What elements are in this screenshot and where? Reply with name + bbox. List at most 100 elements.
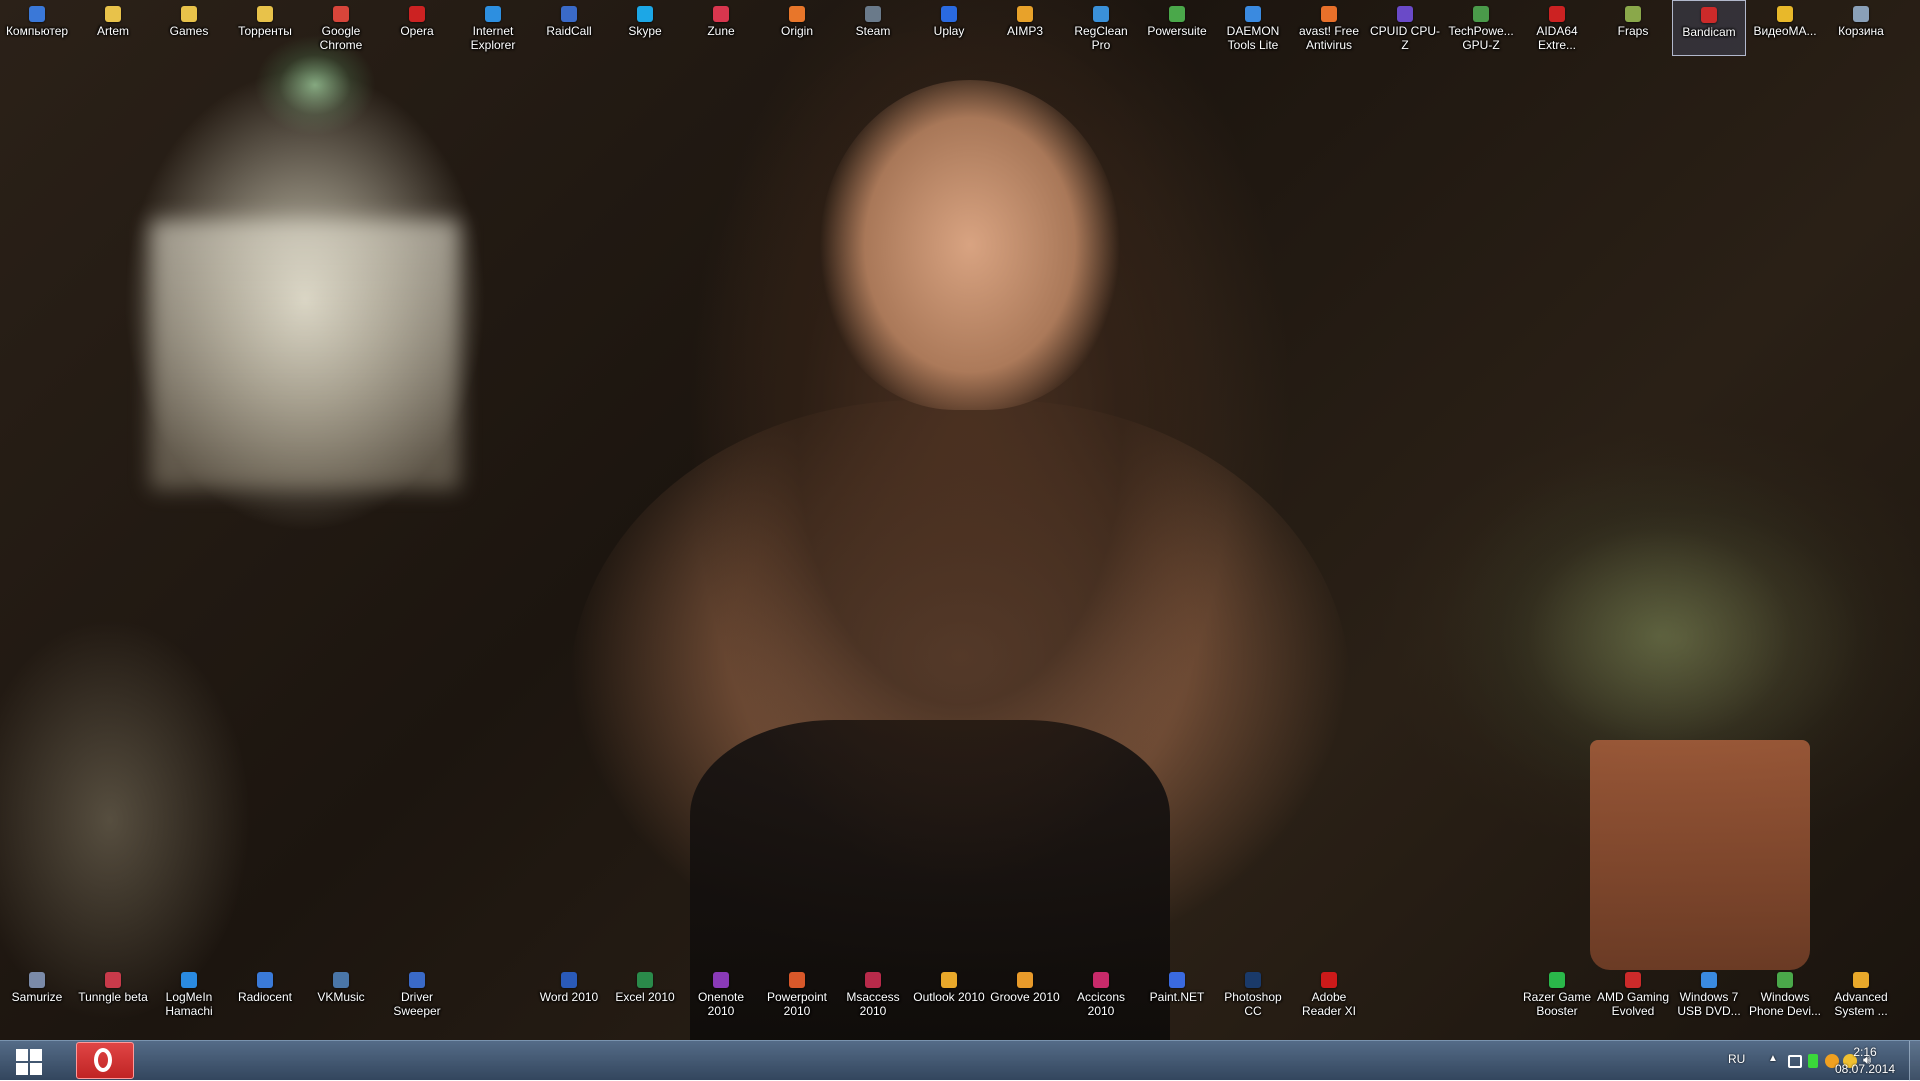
ie-icon: [485, 6, 501, 22]
aida64-icon: [1549, 6, 1565, 22]
hamachi-icon: [181, 972, 197, 988]
cpuz-icon: [1397, 6, 1413, 22]
desktop-shortcut-onenote[interactable]: Onenote 2010: [684, 966, 758, 1022]
desktop-shortcut-aimp[interactable]: AIMP3: [988, 0, 1062, 56]
wallpaper-plant-leaves: [1440, 420, 1880, 780]
clock-date[interactable]: 08.07.2014: [1830, 1062, 1900, 1076]
skype-icon: [637, 6, 653, 22]
desktop-shortcut-label: Accicons 2010: [1076, 990, 1126, 1018]
onenote-icon: [713, 972, 729, 988]
desktop-shortcut-videomaster[interactable]: ВидеоМА...: [1748, 0, 1822, 56]
radiocent-icon: [257, 972, 273, 988]
folder-icon: [105, 6, 121, 22]
desktop-shortcut-label: Photoshop CC: [1224, 990, 1282, 1018]
windows-logo-icon: [16, 1049, 28, 1061]
desktop-shortcut-label: Origin: [780, 24, 813, 38]
desktop[interactable]: Компьютер Artem Games Торренты Google Chrome…: [0, 0, 1920, 1040]
desktop-shortcut-folder[interactable]: Artem: [76, 0, 150, 56]
language-indicator[interactable]: RU: [1728, 1052, 1745, 1066]
desktop-shortcut-photoshop[interactable]: Photoshop CC: [1216, 966, 1290, 1022]
word-icon: [561, 972, 577, 988]
taskbar-opera-button[interactable]: [76, 1042, 134, 1079]
desktop-shortcut-cpuz[interactable]: CPUID CPU-Z: [1368, 0, 1442, 56]
clock-time[interactable]: 2:16: [1830, 1045, 1900, 1059]
network-icon[interactable]: [1788, 1055, 1802, 1068]
raidcall-icon: [561, 6, 577, 22]
desktop-shortcut-label: Radiocent: [237, 990, 293, 1004]
desktop-shortcut-computer[interactable]: Компьютер: [0, 0, 74, 56]
desktop-shortcut-origin[interactable]: Origin: [760, 0, 834, 56]
desktop-shortcut-excel[interactable]: Excel 2010: [608, 966, 682, 1022]
desktop-shortcut-label: DAEMON Tools Lite: [1226, 24, 1280, 52]
desktop-shortcut-label: VKMusic: [317, 990, 365, 1004]
desktop-shortcut-recycle-bin[interactable]: Корзина: [1824, 0, 1898, 56]
desktop-shortcut-steam[interactable]: Steam: [836, 0, 910, 56]
desktop-shortcut-label: Торренты: [238, 24, 292, 38]
desktop-shortcut-label: Uplay: [933, 24, 965, 38]
desktop-shortcut-windows-phone[interactable]: Windows Phone Devi...: [1748, 966, 1822, 1022]
desktop-shortcut-paintnet[interactable]: Paint.NET: [1140, 966, 1214, 1022]
desktop-shortcut-razer[interactable]: Razer Game Booster: [1520, 966, 1594, 1022]
wallpaper-figure-face: [820, 80, 1120, 410]
desktop-shortcut-word[interactable]: Word 2010: [532, 966, 606, 1022]
desktop-shortcut-label: Artem: [96, 24, 129, 38]
desktop-shortcut-label: Steam: [855, 24, 891, 38]
desktop-shortcut-uplay[interactable]: Uplay: [912, 0, 986, 56]
desktop-shortcut-label: AIMP3: [1006, 24, 1043, 38]
desktop-shortcut-bandicam[interactable]: Bandicam: [1672, 0, 1746, 56]
desktop-shortcut-opera[interactable]: Opera: [380, 0, 454, 56]
desktop-shortcut-radiocent[interactable]: Radiocent: [228, 966, 302, 1022]
access-icon: [865, 972, 881, 988]
desktop-shortcut-powerpoint[interactable]: Powerpoint 2010: [760, 966, 834, 1022]
desktop-shortcut-adobe-reader[interactable]: Adobe Reader XI: [1292, 966, 1366, 1022]
aimp-icon: [1017, 6, 1033, 22]
show-hidden-icons-arrow-icon[interactable]: ▲: [1768, 1053, 1778, 1064]
desktop-shortcut-label: avast! Free Antivirus: [1298, 24, 1360, 52]
desktop-shortcut-driver-sweeper[interactable]: Driver Sweeper: [380, 966, 454, 1022]
desktop-shortcut-amd[interactable]: AMD Gaming Evolved: [1596, 966, 1670, 1022]
desktop-shortcut-chrome[interactable]: Google Chrome: [304, 0, 378, 56]
desktop-shortcut-fraps[interactable]: Fraps: [1596, 0, 1670, 56]
desktop-shortcut-ie[interactable]: Internet Explorer: [456, 0, 530, 56]
videomaster-icon: [1777, 6, 1793, 22]
gpuz-icon: [1473, 6, 1489, 22]
desktop-shortcut-access[interactable]: Msaccess 2010: [836, 966, 910, 1022]
opera-icon: [94, 1048, 112, 1072]
desktop-shortcut-raidcall[interactable]: RaidCall: [532, 0, 606, 56]
desktop-shortcut-usb-dvd-tool[interactable]: Windows 7 USB DVD...: [1672, 966, 1746, 1022]
desktop-shortcut-label: Samurize: [11, 990, 63, 1004]
opera-icon: [409, 6, 425, 22]
powersuite-icon: [1169, 6, 1185, 22]
desktop-shortcut-label: Корзина: [1838, 24, 1884, 38]
desktop-shortcut-folder[interactable]: Games: [152, 0, 226, 56]
folder-icon: [181, 6, 197, 22]
desktop-shortcut-accicons[interactable]: Accicons 2010: [1064, 966, 1138, 1022]
system-tray: RU ▲ 🔊︎ 2:16 08.07.2014: [1500, 1041, 1920, 1081]
desktop-shortcut-groove[interactable]: Groove 2010: [988, 966, 1062, 1022]
desktop-shortcut-gpuz[interactable]: TechPowe... GPU-Z: [1444, 0, 1518, 56]
show-desktop-button[interactable]: [1909, 1041, 1920, 1081]
desktop-shortcut-label: ВидеоМА...: [1753, 24, 1817, 38]
desktop-shortcut-hamachi[interactable]: LogMeIn Hamachi: [152, 966, 226, 1022]
desktop-shortcut-samurize[interactable]: Samurize: [0, 966, 74, 1022]
desktop-shortcut-label: Fraps: [1617, 24, 1649, 38]
desktop-shortcut-vkmusic[interactable]: VKMusic: [304, 966, 378, 1022]
computer-icon: [29, 6, 45, 22]
desktop-shortcut-outlook[interactable]: Outlook 2010: [912, 966, 986, 1022]
download-arrow-icon[interactable]: [1808, 1054, 1818, 1068]
start-button[interactable]: [10, 1046, 54, 1076]
daemon-tools-icon: [1245, 6, 1261, 22]
desktop-shortcut-powersuite[interactable]: Powersuite: [1140, 0, 1214, 56]
desktop-shortcut-folder[interactable]: Торренты: [228, 0, 302, 56]
desktop-shortcut-advanced-systemcare[interactable]: Advanced System ...: [1824, 966, 1898, 1022]
amd-icon: [1625, 972, 1641, 988]
desktop-shortcut-aida64[interactable]: AIDA64 Extre...: [1520, 0, 1594, 56]
desktop-shortcut-zune[interactable]: Zune: [684, 0, 758, 56]
desktop-shortcut-avast[interactable]: avast! Free Antivirus: [1292, 0, 1366, 56]
desktop-shortcut-label: Razer Game Booster: [1522, 990, 1592, 1018]
windows-logo-icon: [30, 1063, 42, 1075]
desktop-shortcut-daemon-tools[interactable]: DAEMON Tools Lite: [1216, 0, 1290, 56]
desktop-shortcut-regclean[interactable]: RegClean Pro: [1064, 0, 1138, 56]
desktop-shortcut-tunngle[interactable]: Tunngle beta: [76, 966, 150, 1022]
desktop-shortcut-skype[interactable]: Skype: [608, 0, 682, 56]
